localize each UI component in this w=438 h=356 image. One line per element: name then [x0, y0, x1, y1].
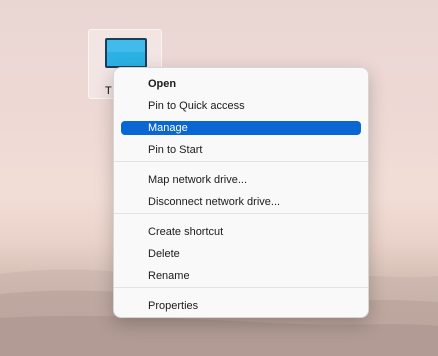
menu-item-rename[interactable]: Rename: [121, 269, 361, 283]
menu-item-manage[interactable]: Manage: [121, 121, 361, 135]
menu-item-open[interactable]: Open: [121, 77, 361, 91]
menu-item-properties[interactable]: Properties: [121, 299, 361, 313]
menu-item-map-network-drive[interactable]: Map network drive...: [121, 173, 361, 187]
menu-item-create-shortcut[interactable]: Create shortcut: [121, 225, 361, 239]
menu-separator: [114, 213, 368, 214]
menu-item-pin-to-quick-access[interactable]: Pin to Quick access: [121, 99, 361, 113]
menu-item-label: Map network drive...: [148, 174, 248, 186]
menu-item-label: Manage: [148, 122, 188, 134]
desktop: T Open Pin to Quick access Manage Pin to St…: [0, 0, 438, 356]
menu-item-label: Open: [148, 78, 177, 90]
context-menu: Open Pin to Quick access Manage Pin to Star…: [113, 67, 369, 318]
menu-item-label: Properties: [148, 300, 199, 312]
monitor-icon: [105, 38, 147, 68]
menu-item-pin-to-start[interactable]: Pin to Start: [121, 143, 361, 157]
menu-item-disconnect-network-drive[interactable]: Disconnect network drive...: [121, 195, 361, 209]
menu-item-label: Disconnect network drive...: [148, 196, 281, 208]
menu-item-label: Rename: [148, 270, 190, 282]
menu-separator: [114, 287, 368, 288]
menu-item-delete[interactable]: Delete: [121, 247, 361, 261]
menu-item-label: Create shortcut: [148, 226, 224, 238]
menu-separator: [114, 161, 368, 162]
menu-item-label: Pin to Quick access: [148, 100, 245, 112]
desktop-icon-label: T: [105, 85, 112, 97]
menu-item-label: Pin to Start: [148, 144, 203, 156]
menu-item-label: Delete: [148, 248, 180, 260]
